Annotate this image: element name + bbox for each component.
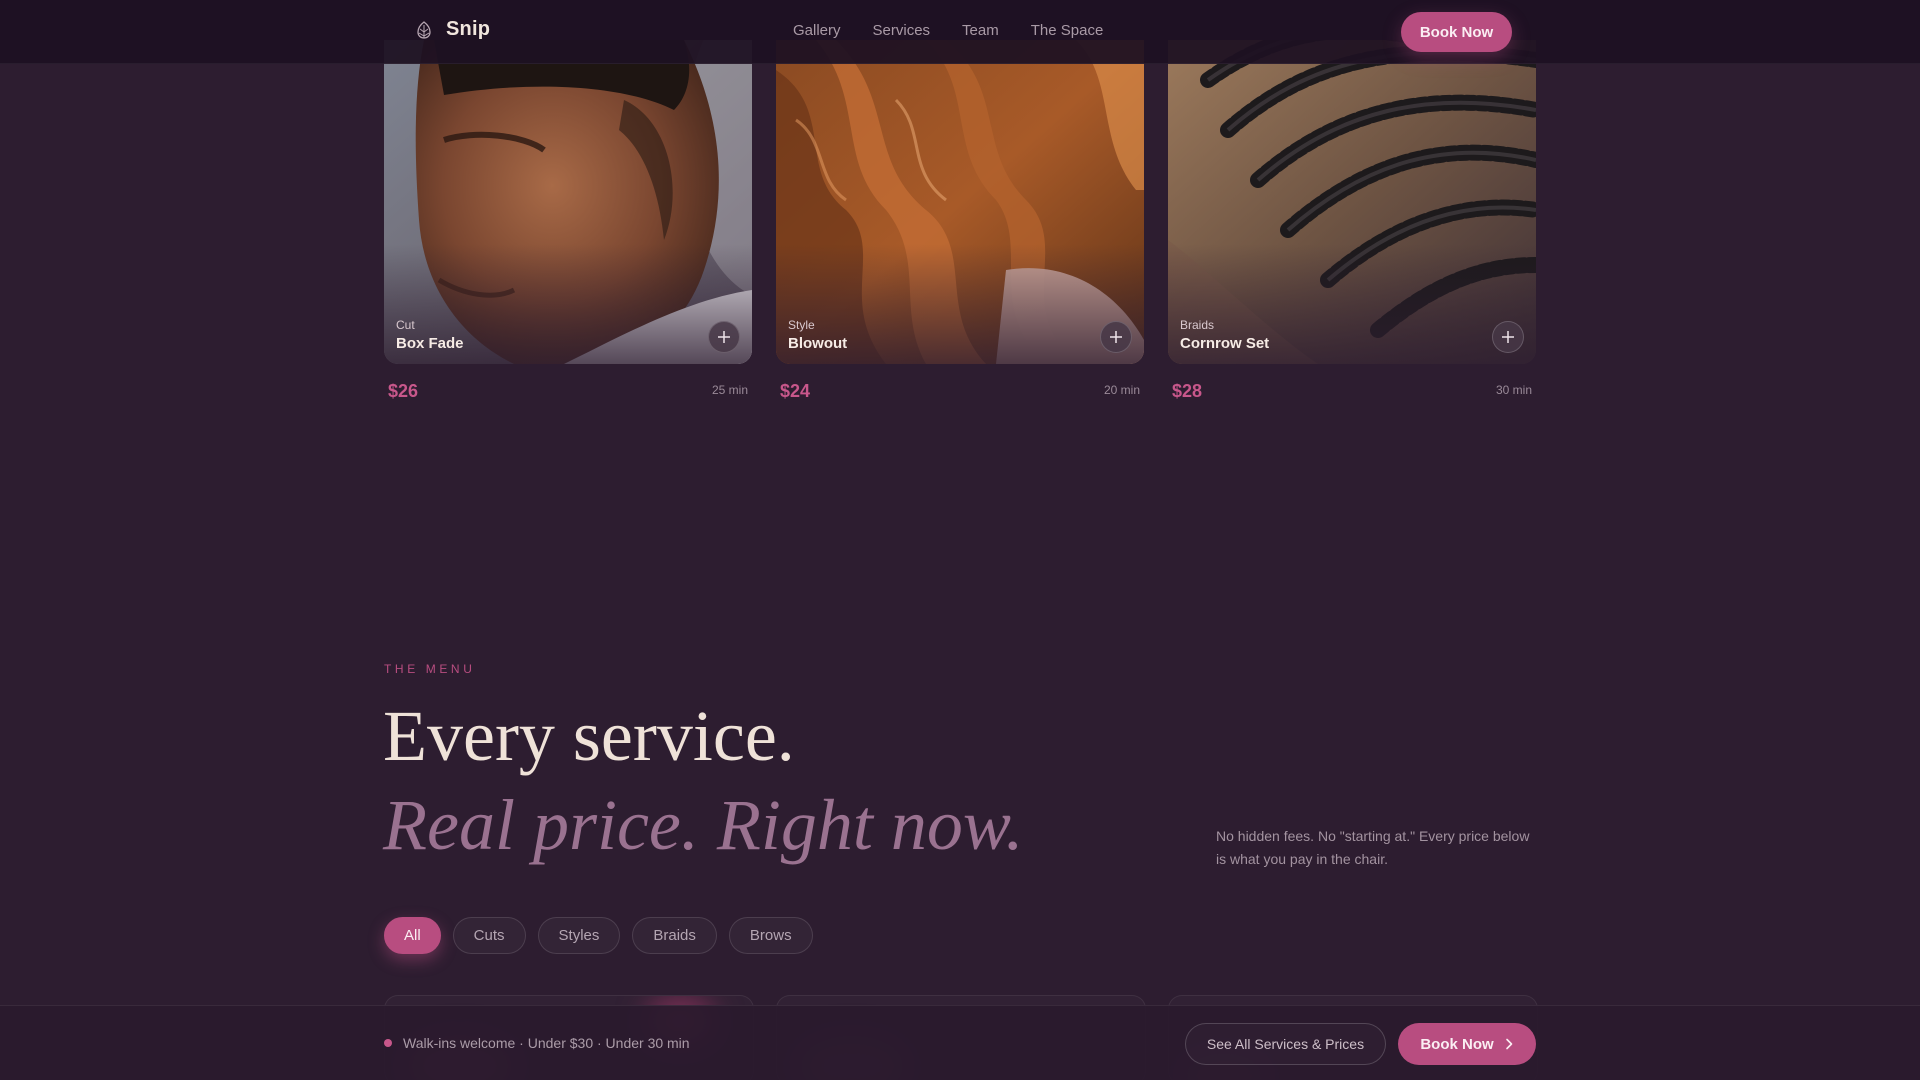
- nav-link-services[interactable]: Services: [873, 22, 931, 39]
- nav-link-the-space[interactable]: The Space: [1031, 22, 1104, 39]
- bottom-sticky-bar: Walk-ins welcome · Under $30 · Under 30 …: [0, 1005, 1920, 1080]
- bottom-book-now-label: Book Now: [1420, 1035, 1494, 1053]
- filter-chip-braids[interactable]: Braids: [632, 917, 717, 954]
- brand-name: Snip: [446, 18, 491, 40]
- service-card-cornrow-set[interactable]: Braids Cornrow Set $28 30 min: [1168, 40, 1536, 401]
- service-price: $24: [780, 381, 811, 401]
- service-category: Cut: [396, 318, 415, 332]
- service-category: Style: [788, 318, 815, 332]
- service-price: $28: [1172, 381, 1203, 401]
- section-headline-italic: Real price. Right now.: [383, 785, 1024, 865]
- status-dot-icon: [384, 1039, 392, 1047]
- nav-book-now-button[interactable]: Book Now: [1401, 12, 1512, 52]
- service-price: $26: [388, 381, 419, 401]
- pinecone-icon: [417, 20, 431, 39]
- service-category: Braids: [1180, 318, 1215, 332]
- filter-chips: All Cuts Styles Braids Brows: [384, 917, 813, 954]
- see-all-services-button[interactable]: See All Services & Prices: [1185, 1023, 1386, 1065]
- service-photo-blowout: Style Blowout: [776, 40, 1144, 364]
- service-duration: 25 min: [711, 383, 748, 397]
- service-duration: 30 min: [1495, 383, 1532, 397]
- service-card-blowout[interactable]: Style Blowout $24 20 min: [776, 40, 1144, 401]
- plus-icon: [1502, 331, 1514, 343]
- add-service-button[interactable]: [708, 321, 740, 353]
- plus-icon: [718, 331, 730, 343]
- filter-chip-brows[interactable]: Brows: [728, 917, 813, 954]
- service-title: Blowout: [788, 335, 848, 352]
- filter-chip-all[interactable]: All: [384, 917, 441, 954]
- nav-link-gallery[interactable]: Gallery: [793, 22, 841, 39]
- chevron-right-icon: [1505, 1038, 1512, 1050]
- nav-links: Gallery Services Team The Space: [793, 22, 1103, 39]
- section-description: No hidden fees. No "starting at." Every …: [1216, 828, 1530, 867]
- plus-icon: [1110, 331, 1122, 343]
- filter-chip-styles[interactable]: Styles: [537, 917, 621, 954]
- add-service-button[interactable]: [1492, 321, 1524, 353]
- service-photo-cornrow-set: Braids Cornrow Set: [1168, 40, 1536, 364]
- walkin-text: Walk-ins welcome · Under $30 · Under 30 …: [403, 1035, 690, 1051]
- top-nav: Snip Gallery Services Team The Space Boo…: [0, 0, 1920, 64]
- brand-logo[interactable]: Snip: [414, 18, 490, 41]
- service-duration: 20 min: [1103, 383, 1140, 397]
- section-eyebrow: THE MENU: [384, 662, 476, 676]
- add-service-button[interactable]: [1100, 321, 1132, 353]
- nav-link-team[interactable]: Team: [962, 22, 999, 39]
- service-photo-box-fade: Cut Box Fade: [384, 40, 752, 364]
- service-title: Cornrow Set: [1180, 335, 1270, 352]
- bottom-book-now-button[interactable]: Book Now: [1398, 1023, 1536, 1065]
- service-title: Box Fade: [396, 335, 464, 352]
- section-headline: Every service.: [383, 696, 795, 776]
- walkin-info: Walk-ins welcome · Under $30 · Under 30 …: [384, 1035, 690, 1051]
- service-card-box-fade[interactable]: Cut Box Fade $26 25 min: [384, 40, 752, 401]
- page: Snip Gallery Services Team The Space Boo…: [0, 0, 1920, 1080]
- filter-chip-cuts[interactable]: Cuts: [452, 917, 526, 954]
